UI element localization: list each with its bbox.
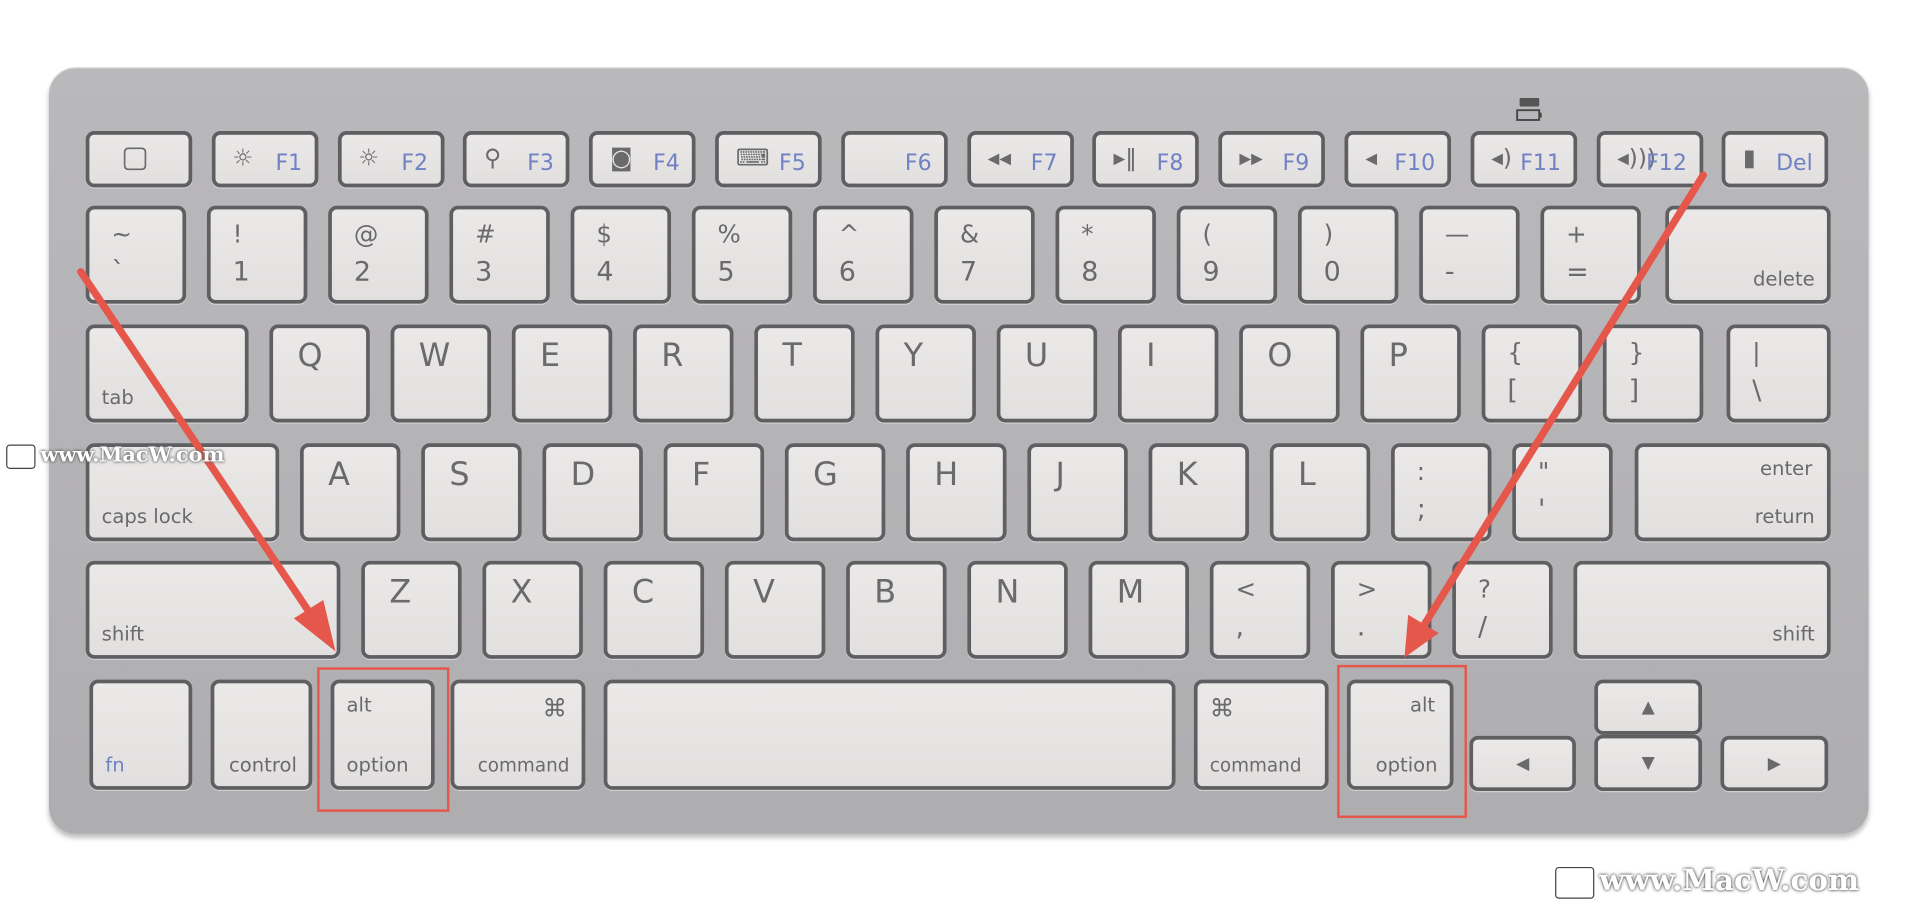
macw-logo-icon <box>6 443 36 469</box>
watermark-left: www.MacW.com <box>6 443 225 469</box>
keyboard-image: ▢ ☼ F1 ☼ F2 ⚲ F3 ◙ F4 ⌨ F5 F6 ◂◂ F7 ▸‖ F8 ▸▸ F9 ◂ F10 ◂) F11 ◂… <box>0 0 1920 910</box>
macw-logo-icon <box>1555 866 1595 899</box>
watermark-bottom-right: www.MacW.com <box>1555 862 1860 899</box>
right-arrow <box>1404 171 1707 658</box>
watermark-text: www.MacW.com <box>40 443 225 468</box>
annotation-arrows <box>77 171 1707 658</box>
watermark-text: www.MacW.com <box>1599 862 1860 898</box>
